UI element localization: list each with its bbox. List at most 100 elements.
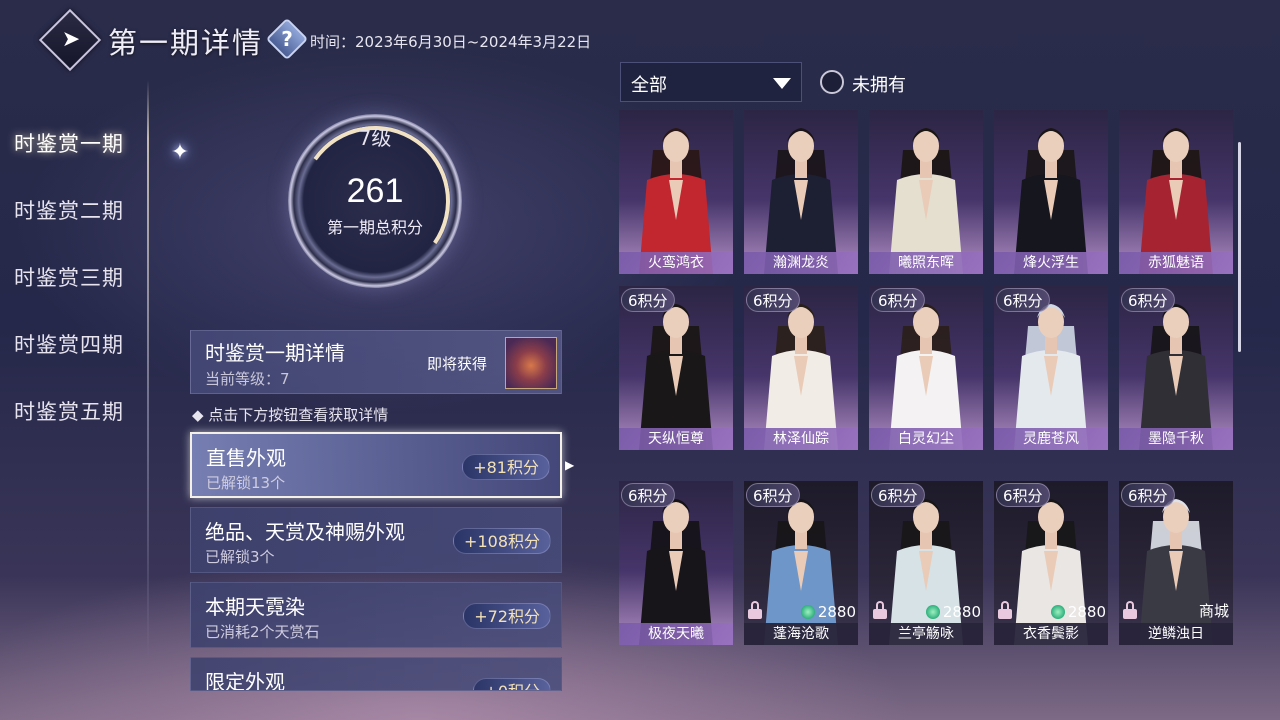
outfit-card[interactable]: 曦照东晖 [869,110,983,274]
category-limited[interactable]: 限定外观 +0积分 [190,657,562,691]
points-badge: 6积分 [996,483,1050,507]
lock-icon [873,601,887,619]
outfit-figure-image [1139,128,1213,274]
selected-arrow-icon: ▶ [565,458,575,472]
points-badge: 6积分 [621,288,675,312]
hint-text: ◆ 点击下方按钮查看获取详情 [192,406,389,424]
points-badge: 6积分 [1121,288,1175,312]
outfit-name: 天纵恒尊 [619,428,733,450]
category-title: 限定外观 [205,670,285,691]
price-label: 2880 [925,603,981,621]
total-score-label: 第一期总积分 [326,218,423,237]
nav-item-season-4[interactable]: 时鉴赏四期 [14,329,144,365]
level-label: 7级 [358,126,392,150]
points-badge: 6积分 [746,483,800,507]
price-value: 2880 [1067,603,1106,621]
grid-scrollbar[interactable] [1238,142,1241,352]
outfit-name: 火鸾鸿衣 [619,252,733,274]
points-badge: 6积分 [996,288,1050,312]
outfit-grid: 火鸾鸿衣 瀚渊龙炎 曦照东晖 烽火浮生 赤狐魅语 6积分 天纵恒尊 6积分 林泽仙踪 6积分 白灵幻… [619,110,1239,690]
not-owned-label[interactable]: 未拥有 [852,71,906,97]
total-score: 261 [346,172,404,210]
category-points-badge: +81积分 [462,454,550,480]
outfit-figure-image [1014,128,1088,274]
category-title: 直售外观 [206,446,286,470]
season-detail-panel[interactable]: 时鉴赏一期详情 当前等级：7 即将获得 [190,330,562,394]
season-nav: 时鉴赏一期 时鉴赏二期 时鉴赏三期 时鉴赏四期 时鉴赏五期 [14,128,144,463]
price-label: 2880 [800,603,856,621]
sparkle-icon: ✦ [170,140,190,165]
nav-item-season-5[interactable]: 时鉴赏五期 [14,396,144,432]
outfit-name: 衣香鬓影 [994,623,1108,645]
points-badge: 6积分 [1121,483,1175,507]
outfit-name: 烽火浮生 [994,252,1108,274]
filter-dropdown[interactable]: 全部 [620,62,802,102]
category-dye[interactable]: 本期天霓染 已消耗2个天赏石 +72积分 [190,582,562,648]
category-premium[interactable]: 绝品、天赏及神赐外观 已解锁3个 +108积分 [190,507,562,573]
nav-divider-glow [147,80,149,660]
outfit-figure-image [764,128,838,274]
points-badge: 6积分 [621,483,675,507]
outfit-name: 灵鹿苍风 [994,428,1108,450]
outfit-name: 白灵幻尘 [869,428,983,450]
coming-reward-label: 即将获得 [427,355,488,373]
outfit-card[interactable]: 6积分天纵恒尊 [619,286,733,450]
outfit-card[interactable]: 6积分 2880 衣香鬓影 [994,481,1108,645]
price-label: 2880 [1050,603,1106,621]
category-subtitle: 已解锁13个 [206,474,286,492]
outfit-name: 兰亭觞咏 [869,623,983,645]
points-badge: 6积分 [871,483,925,507]
price-value: 2880 [817,603,856,621]
detail-title: 时鉴赏一期详情 [205,341,345,365]
period-text: 时间：2023年6月30日~2024年3月22日 [310,33,592,51]
filter-dropdown-value: 全部 [631,75,667,96]
outfit-card[interactable]: 烽火浮生 [994,110,1108,274]
category-title: 本期天霓染 [205,595,305,619]
points-badge: 6积分 [871,288,925,312]
detail-current-level: 当前等级：7 [205,370,290,388]
outfit-figure-image [639,128,713,274]
outfit-name: 逆鳞浊日 [1119,623,1233,645]
outfit-name: 墨隐千秋 [1119,428,1233,450]
outfit-card[interactable]: 6积分 2880 兰亭觞咏 [869,481,983,645]
jade-currency-icon [800,605,815,619]
back-arrow-icon[interactable]: ➤ [56,28,86,52]
page-title: 第一期详情 [108,26,264,60]
dropdown-arrow-icon [773,78,791,89]
outfit-name: 瀚渊龙炎 [744,252,858,274]
nav-item-season-3[interactable]: 时鉴赏三期 [14,262,144,298]
outfit-card[interactable]: 瀚渊龙炎 [744,110,858,274]
outfit-name: 极夜天曦 [619,623,733,645]
outfit-card[interactable]: 6积分灵鹿苍风 [994,286,1108,450]
jade-currency-icon [925,605,940,619]
category-direct-sale[interactable]: 直售外观 已解锁13个 +81积分 [190,432,562,498]
outfit-figure-image [889,128,963,274]
outfit-card[interactable]: 火鸾鸿衣 [619,110,733,274]
outfit-name: 赤狐魅语 [1119,252,1233,274]
shop-label: 商城 [1198,602,1229,620]
category-points-badge: +108积分 [453,528,551,554]
not-owned-radio[interactable] [820,70,844,94]
nav-item-season-2[interactable]: 时鉴赏二期 [14,195,144,231]
jade-currency-icon [1050,605,1065,619]
nav-item-season-1[interactable]: 时鉴赏一期 [14,128,144,164]
outfit-card[interactable]: 赤狐魅语 [1119,110,1233,274]
category-title: 绝品、天赏及神赐外观 [205,520,405,544]
outfit-card[interactable]: 6积分墨隐千秋 [1119,286,1233,450]
outfit-card[interactable]: 6积分极夜天曦 [619,481,733,645]
outfit-name: 蓬海沧歌 [744,623,858,645]
category-subtitle: 已解锁3个 [205,548,275,566]
outfit-name: 林泽仙踪 [744,428,858,450]
category-subtitle: 已消耗2个天赏石 [205,623,320,641]
outfit-card[interactable]: 6积分商城逆鳞浊日 [1119,481,1233,645]
price-value: 2880 [942,603,981,621]
outfit-card[interactable]: 6积分林泽仙踪 [744,286,858,450]
lock-icon [748,601,762,619]
help-question-glyph[interactable]: ? [272,24,302,54]
lock-icon [998,601,1012,619]
lock-icon [1123,601,1137,619]
outfit-card[interactable]: 6积分 2880 蓬海沧歌 [744,481,858,645]
outfit-card[interactable]: 6积分白灵幻尘 [869,286,983,450]
points-badge: 6积分 [746,288,800,312]
coming-reward-thumbnail[interactable] [505,337,557,389]
